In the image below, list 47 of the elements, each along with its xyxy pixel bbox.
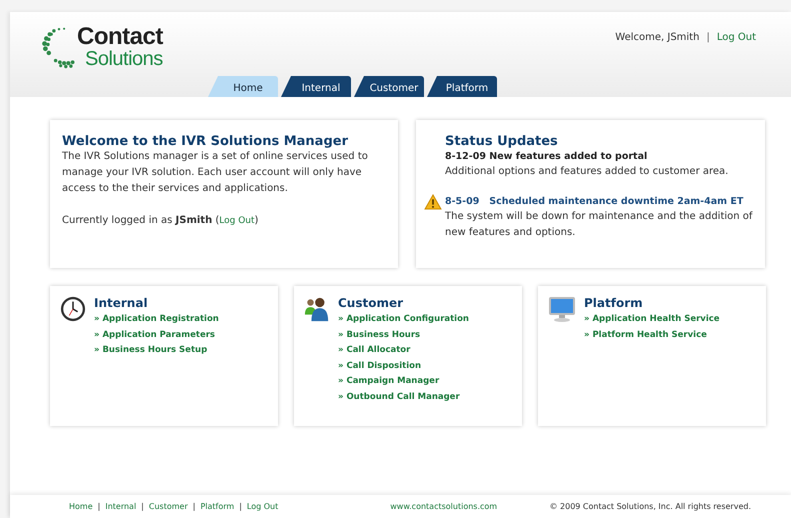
footer-link[interactable]: Home	[69, 502, 93, 511]
welcome-text: Welcome, JSmith	[615, 32, 700, 43]
users-icon	[304, 296, 330, 322]
section-link[interactable]: » Campaign Manager	[338, 374, 469, 390]
section-link[interactable]: » Business Hours	[338, 328, 469, 343]
footer-link[interactable]: Customer	[148, 502, 188, 511]
section-link[interactable]: » Call Disposition	[338, 358, 469, 374]
monitor-icon	[548, 296, 576, 322]
section-title: Internal	[94, 296, 149, 310]
footer-link[interactable]: Log Out	[246, 502, 278, 511]
login-status: Currently logged in as JSmith (Log Out)	[62, 214, 260, 228]
section-link[interactable]: » Business Hours Setup	[94, 343, 219, 358]
section-title: Platform	[584, 296, 644, 310]
nav-tab[interactable]: Home	[208, 76, 278, 97]
separator: |	[98, 502, 100, 511]
section-link[interactable]: » Platform Health Service	[584, 328, 720, 343]
footer-link[interactable]: Platform	[200, 502, 234, 511]
separator: |	[141, 502, 144, 511]
update-title: 8-12-09 New features added to portal	[445, 150, 648, 164]
nav-tab[interactable]: Platform	[427, 76, 497, 97]
logout-link[interactable]: Log Out	[716, 32, 756, 43]
logo-tagline: Solutions	[85, 49, 163, 69]
update-title: 8-5-09 Scheduled maintenance downtime 2am-4am ET	[445, 195, 744, 209]
section-link[interactable]: » Application Configuration	[338, 312, 469, 328]
site-link[interactable]: www.contactsolutions.com	[390, 502, 498, 511]
separator: |	[706, 32, 710, 43]
nav-tab[interactable]: Internal	[281, 76, 351, 97]
separator: |	[192, 502, 196, 511]
section-title: Customer	[338, 296, 404, 310]
separator: |	[239, 502, 242, 511]
logout-link[interactable]: Log Out	[219, 216, 255, 226]
clock-icon	[60, 296, 86, 322]
card-title: Status Updates	[445, 134, 559, 149]
section-link[interactable]: » Application Registration	[94, 312, 219, 328]
update-text: The system will be down for maintenance and the addition of new features and options.	[445, 210, 754, 240]
welcome-text: The IVR Solutions manager is a set of online services used to manage your IVR solution. Each user account will only have access to the their services and applications.	[62, 150, 369, 196]
section-link[interactable]: » Application Health Service	[584, 312, 720, 328]
footer-link[interactable]: Internal	[105, 502, 136, 511]
warning-icon	[424, 194, 442, 210]
logo-wordmark: Contact	[77, 25, 163, 49]
section-link[interactable]: » Application Parameters	[94, 328, 219, 343]
section-link[interactable]: » Call Allocator	[338, 343, 469, 358]
update-text: Additional options and features added to customer area.	[445, 165, 730, 179]
section-link[interactable]: » Outbound Call Manager	[338, 390, 469, 405]
card-title: Welcome to the IVR Solutions Manager	[62, 134, 349, 149]
nav-tab[interactable]: Customer	[354, 76, 424, 97]
copyright-text: © 2009 Contact Solutions, Inc. All rights reserved.	[549, 502, 751, 511]
